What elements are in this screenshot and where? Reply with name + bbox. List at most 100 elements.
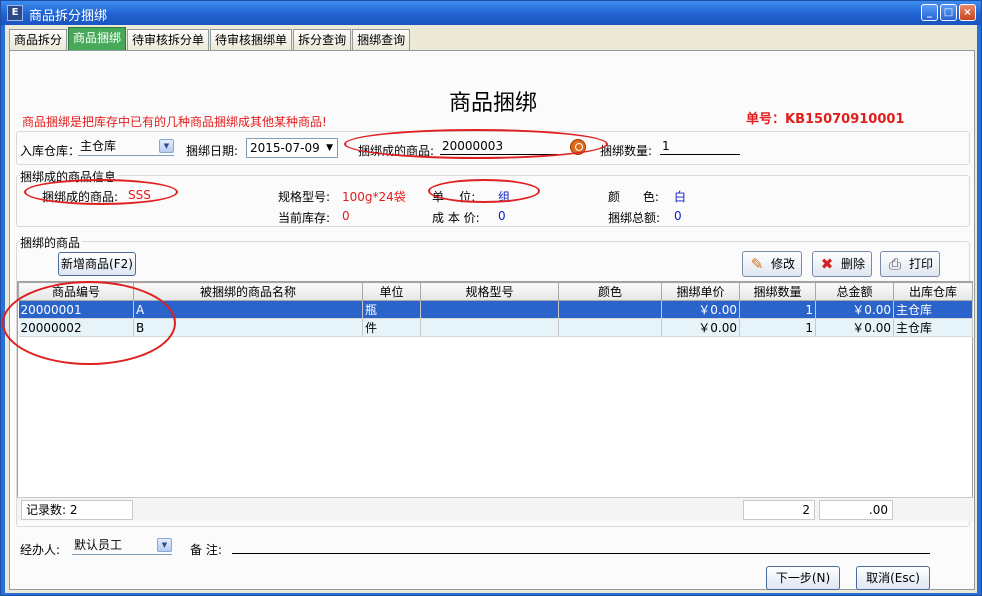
cell-price: ￥0.00 xyxy=(661,300,740,319)
tab-split[interactable]: 商品拆分 xyxy=(9,29,68,50)
cost-value: 0 xyxy=(498,209,506,223)
chevron-down-icon[interactable]: ▼ xyxy=(159,139,174,153)
cell-qty: 1 xyxy=(739,300,816,319)
table-header: 商品编号 被捆绑的商品名称 单位 规格型号 颜色 捆绑单价 捆绑数量 总金额 出… xyxy=(18,282,973,301)
delete-button[interactable]: ✖ 删除 xyxy=(812,251,873,277)
cell-warehouse: 主仓库 xyxy=(893,300,973,319)
window-client: 商品拆分 商品捆绑 待审核拆分单 待审核捆绑单 拆分查询 捆绑查询 商品捆绑 商… xyxy=(2,25,977,593)
color-value: 白 xyxy=(674,190,687,204)
delete-label: 删除 xyxy=(841,257,866,271)
edit-icon: ✎ xyxy=(750,255,764,273)
chevron-down-icon[interactable]: ▼ xyxy=(157,538,172,552)
unit-label: 单 位: xyxy=(432,190,476,204)
cost-label: 成 本 价: xyxy=(432,211,480,225)
search-icon[interactable] xyxy=(570,139,586,155)
edit-label: 修改 xyxy=(771,257,796,271)
spec-value: 100g*24袋 xyxy=(342,190,406,204)
minimize-icon[interactable]: _ xyxy=(921,4,938,21)
cell-amount: ￥0.00 xyxy=(815,318,894,337)
table-footer: 记录数: 2 2 .00 xyxy=(17,497,973,521)
cell-unit: 件 xyxy=(362,318,421,337)
tab-pending-bundle[interactable]: 待审核捆绑单 xyxy=(210,29,293,50)
printer-icon: ⎙ xyxy=(888,255,901,273)
app-window: E 商品拆分捆绑 _ □ × 商品拆分 商品捆绑 待审核拆分单 待审核捆绑单 拆… xyxy=(0,0,982,596)
warehouse-select[interactable]: 主仓库 ▼ xyxy=(78,138,174,156)
app-icon: E xyxy=(7,5,23,21)
edit-button[interactable]: ✎ 修改 xyxy=(742,251,803,277)
col-header[interactable]: 总金额 xyxy=(815,282,894,301)
items-table: 商品编号 被捆绑的商品名称 单位 规格型号 颜色 捆绑单价 捆绑数量 总金额 出… xyxy=(17,281,973,521)
spec-label: 规格型号: xyxy=(278,190,331,204)
cell-qty: 1 xyxy=(739,318,816,337)
product-input[interactable]: 20000003 xyxy=(440,137,558,155)
cell-amount: ￥0.00 xyxy=(815,300,894,319)
stock-label: 当前库存: xyxy=(278,211,331,225)
col-header[interactable]: 规格型号 xyxy=(420,282,559,301)
items-legend: 捆绑的商品 xyxy=(20,234,83,251)
col-header[interactable]: 捆绑单价 xyxy=(661,282,740,301)
table-row[interactable]: 20000002 B 件 ￥0.00 1 ￥0.00 主仓库 xyxy=(18,318,973,337)
cell-price: ￥0.00 xyxy=(661,318,740,337)
qty-label: 捆绑数量: xyxy=(600,144,653,158)
stock-value: 0 xyxy=(342,209,350,223)
close-icon[interactable]: × xyxy=(959,4,976,21)
handler-select[interactable]: 默认员工 ▼ xyxy=(72,537,172,555)
cell-name: A xyxy=(133,300,363,319)
remark-input[interactable] xyxy=(232,536,930,554)
cell-warehouse: 主仓库 xyxy=(893,318,973,337)
chevron-down-icon[interactable]: ▼ xyxy=(326,139,333,157)
col-header[interactable]: 捆绑数量 xyxy=(739,282,816,301)
sum-qty: 2 xyxy=(743,500,815,520)
cell-name: B xyxy=(133,318,363,337)
tab-pending-split[interactable]: 待审核拆分单 xyxy=(127,29,210,50)
warehouse-value: 主仓库 xyxy=(80,139,117,153)
col-header[interactable]: 颜色 xyxy=(558,282,662,301)
order-number: 单号：KB15070910001 xyxy=(746,112,905,127)
add-item-button[interactable]: 新增商品(F2) xyxy=(58,252,136,276)
cancel-button[interactable]: 取消(Esc) xyxy=(856,566,930,590)
remark-label: 备 注: xyxy=(190,543,222,557)
delete-icon: ✖ xyxy=(820,255,834,273)
bundle-panel: 商品捆绑 商品捆绑是把库存中已有的几种商品捆绑成其他某种商品! 单号：KB150… xyxy=(2,50,975,590)
product-label: 捆绑成的商品: xyxy=(358,144,435,158)
record-count: 记录数: 2 xyxy=(21,500,133,520)
help-note: 商品捆绑是把库存中已有的几种商品捆绑成其他某种商品! xyxy=(22,115,327,129)
tab-strip: 商品拆分 商品捆绑 待审核拆分单 待审核捆绑单 拆分查询 捆绑查询 xyxy=(9,27,411,51)
title-bar[interactable]: E 商品拆分捆绑 _ □ × xyxy=(1,1,981,25)
tab-split-query[interactable]: 拆分查询 xyxy=(293,29,352,50)
info-name-value: SSS xyxy=(128,188,151,202)
handler-value: 默认员工 xyxy=(74,538,123,552)
cell-color xyxy=(558,300,662,319)
product-info-group xyxy=(16,175,970,227)
total-label: 捆绑总额: xyxy=(608,211,661,225)
sum-amount: .00 xyxy=(819,500,893,520)
table-row[interactable]: 20000001 A 瓶 ￥0.00 1 ￥0.00 主仓库 xyxy=(18,300,973,319)
next-button[interactable]: 下一步(N) xyxy=(766,566,840,590)
total-value: 0 xyxy=(674,209,682,223)
col-header[interactable]: 单位 xyxy=(362,282,421,301)
maximize-icon[interactable]: □ xyxy=(940,4,957,21)
warehouse-label: 入库仓库： xyxy=(20,144,81,158)
date-picker[interactable]: 2015-07-09 ▼ xyxy=(246,138,338,158)
date-label: 捆绑日期: xyxy=(186,144,239,158)
cell-code: 20000002 xyxy=(18,318,134,337)
unit-value: 组 xyxy=(498,190,511,204)
col-header[interactable]: 商品编号 xyxy=(18,282,134,301)
date-value: 2015-07-09 xyxy=(250,141,320,155)
window-title: 商品拆分捆绑 xyxy=(29,9,108,24)
qty-input[interactable]: 1 xyxy=(660,137,740,155)
print-button[interactable]: ⎙ 打印 xyxy=(880,251,941,277)
col-header[interactable]: 被捆绑的商品名称 xyxy=(133,282,363,301)
info-name-label: 捆绑成的商品: xyxy=(42,190,119,204)
cell-unit: 瓶 xyxy=(362,300,421,319)
handler-label: 经办人: xyxy=(20,543,61,557)
cell-color xyxy=(558,318,662,337)
info-legend: 捆绑成的商品信息 xyxy=(20,168,119,185)
tab-bundle-query[interactable]: 捆绑查询 xyxy=(352,29,411,50)
color-label: 颜 色: xyxy=(608,190,659,204)
cell-spec xyxy=(420,318,559,337)
col-header[interactable]: 出库仓库 xyxy=(893,282,973,301)
print-label: 打印 xyxy=(909,257,934,271)
cell-spec xyxy=(420,300,559,319)
tab-bundle[interactable]: 商品捆绑 xyxy=(68,27,127,50)
